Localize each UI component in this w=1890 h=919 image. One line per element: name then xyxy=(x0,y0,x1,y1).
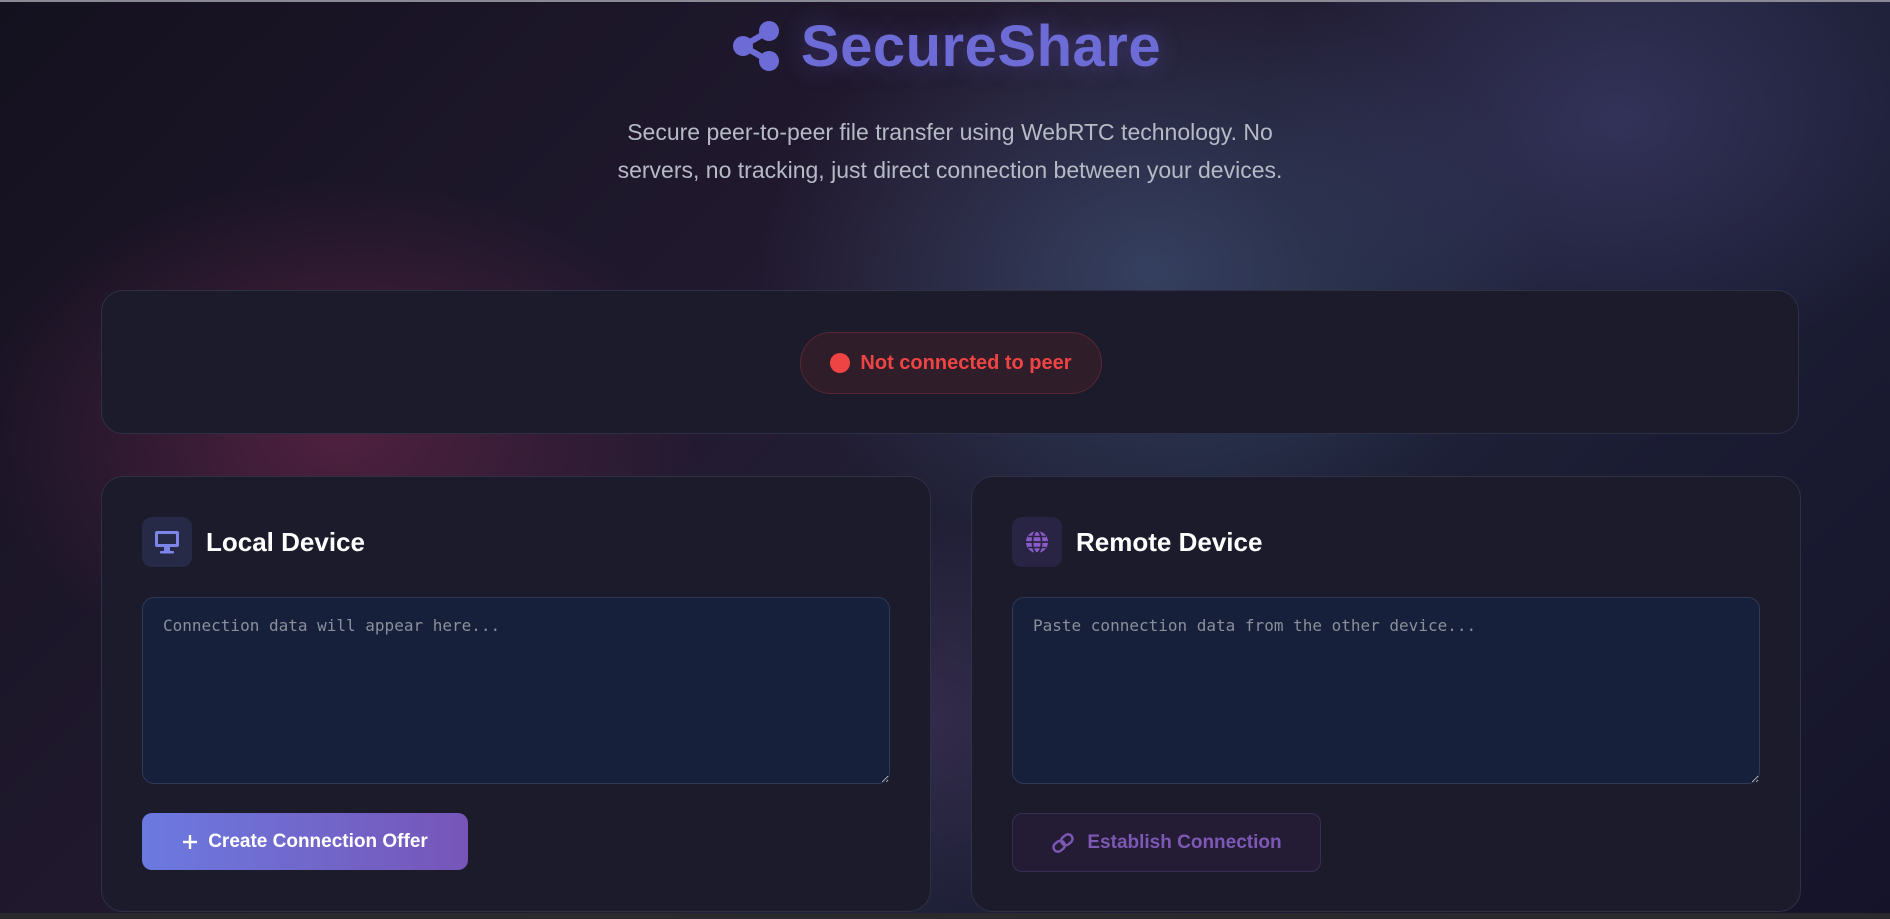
monitor-icon xyxy=(142,517,192,567)
remote-device-title: Remote Device xyxy=(1076,526,1263,557)
local-connection-data-textarea[interactable] xyxy=(142,597,890,784)
create-connection-offer-label: Create Connection Offer xyxy=(208,830,428,852)
remote-connection-data-textarea[interactable] xyxy=(1012,597,1760,784)
create-connection-offer-button[interactable]: Create Connection Offer xyxy=(142,813,468,870)
app-title: SecureShare xyxy=(800,13,1162,79)
local-device-header: Local Device xyxy=(142,517,365,567)
page-subtitle: Secure peer-to-peer file transfer using … xyxy=(617,119,1283,183)
status-dot-icon xyxy=(830,353,851,373)
brand: SecureShare xyxy=(729,10,1161,82)
share-icon xyxy=(729,19,783,73)
remote-device-panel: Remote Device Establish Connection xyxy=(971,476,1801,912)
establish-connection-label: Establish Connection xyxy=(1087,831,1282,853)
plus-icon xyxy=(182,834,198,850)
local-device-title: Local Device xyxy=(206,526,365,557)
globe-icon xyxy=(1012,517,1062,567)
connection-status-badge: Not connected to peer xyxy=(800,332,1102,394)
local-device-panel: Local Device Create Connection Offer xyxy=(101,476,931,912)
link-icon xyxy=(1051,832,1075,853)
connection-status-card: Not connected to peer xyxy=(101,290,1799,434)
connection-status-text: Not connected to peer xyxy=(860,351,1072,374)
page-header: SecureShare xyxy=(0,10,1890,82)
window-top-border xyxy=(0,0,1890,2)
window-bottom-edge xyxy=(0,913,1890,919)
establish-connection-button[interactable]: Establish Connection xyxy=(1012,813,1321,872)
remote-device-header: Remote Device xyxy=(1012,517,1262,567)
